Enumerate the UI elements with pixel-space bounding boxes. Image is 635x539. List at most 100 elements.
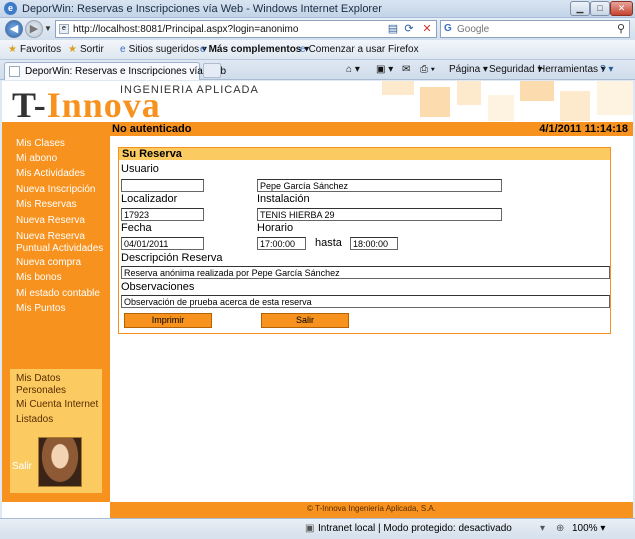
- new-tab-button[interactable]: [203, 63, 221, 78]
- sidebar-item-mi-abono[interactable]: Mi abono: [16, 153, 57, 165]
- localizador-label: Localizador: [121, 193, 178, 205]
- firefox-link[interactable]: e Comenzar a usar Firefox: [300, 44, 419, 55]
- zoom-level[interactable]: 100% ▾: [572, 523, 605, 534]
- ie-logo-icon: e: [4, 2, 17, 15]
- sidebar-item-nueva-reserva[interactable]: Nueva Reserva: [16, 215, 85, 227]
- sidebar-item-mis-reservas[interactable]: Mis Reservas: [16, 199, 77, 211]
- current-datetime: 4/1/2011 11:14:18: [539, 123, 628, 135]
- usuario-label: Usuario: [121, 163, 159, 175]
- address-toolbar: ◀ ▶ ▼ e http://localhost:8081/Principal.…: [0, 18, 635, 40]
- compatibility-view-icon[interactable]: ▤: [385, 20, 401, 38]
- hora-hasta-field[interactable]: [350, 237, 398, 250]
- sidebar-item-mis-puntos[interactable]: Mis Puntos: [16, 303, 65, 315]
- intranet-icon: ▣: [305, 523, 315, 534]
- sidebar-item-mis-bonos[interactable]: Mis bonos: [16, 272, 62, 284]
- descripcion-label: Descripción Reserva: [121, 252, 223, 264]
- menu-line: Personales: [16, 385, 67, 396]
- window-titlebar: e DeporWin: Reservas e Inscripciones vía…: [0, 0, 635, 18]
- google-icon: G: [444, 23, 452, 34]
- zoom-options-icon[interactable]: ⊕: [556, 523, 564, 534]
- personal-menu: Mis Datos Personales Mi Cuenta Internet …: [10, 369, 102, 493]
- ie-page-icon: e: [200, 44, 206, 55]
- copyright-text: © T-Innova Ingeniería Aplicada, S.A.: [307, 504, 436, 513]
- hasta-label: hasta: [315, 237, 342, 249]
- protected-mode-icon[interactable]: ▾: [540, 523, 545, 534]
- sidebar-item-mis-clases[interactable]: Mis Clases: [16, 138, 65, 150]
- fecha-field[interactable]: [121, 237, 204, 250]
- help-icon[interactable]: ? ▾: [600, 64, 613, 75]
- exit-button[interactable]: Salir: [261, 313, 349, 328]
- panel-header: Su Reserva: [119, 148, 610, 160]
- status-bar: ▣ Intranet local | Modo protegido: desac…: [0, 518, 635, 539]
- sort-favorites-button[interactable]: ★ Sortir: [68, 44, 104, 55]
- sidebar-item-mis-actividades[interactable]: Mis Actividades: [16, 168, 85, 180]
- security-zone[interactable]: Intranet local | Modo protegido: desacti…: [318, 523, 512, 534]
- menu-line: Puntual Actividades: [16, 243, 104, 254]
- favorites-button[interactable]: ★ Favoritos: [8, 44, 61, 55]
- footer: © T-Innova Ingeniería Aplicada, S.A.: [110, 502, 633, 518]
- sidebar-item-nueva-compra[interactable]: Nueva compra: [16, 257, 81, 269]
- sidebar-item-listados[interactable]: Listados: [16, 414, 53, 426]
- ie-page-icon: e: [120, 44, 126, 55]
- refresh-icon[interactable]: ⟳: [401, 20, 417, 38]
- more-addons-link[interactable]: e Más complementos ▾: [200, 44, 309, 55]
- logout-link[interactable]: Salir: [12, 461, 32, 473]
- forward-button[interactable]: ▶: [25, 20, 43, 38]
- favorites-bar: ★ Favoritos ★ Sortir e Sitios sugeridos ▾ e…: [0, 40, 635, 60]
- reservation-panel: Su Reserva Usuario Localizador Instalaci…: [118, 147, 611, 334]
- maximize-button[interactable]: □: [590, 1, 610, 16]
- sidebar-item-mi-cuenta-internet[interactable]: Mi Cuenta Internet: [16, 399, 98, 411]
- print-icon[interactable]: ⎙ ▾: [420, 64, 435, 75]
- banner-square: [382, 81, 414, 95]
- stop-icon[interactable]: ✕: [419, 20, 435, 38]
- tab-bar: DeporWin: Reservas e Inscripciones vía W…: [0, 60, 635, 80]
- print-button[interactable]: Imprimir: [124, 313, 212, 328]
- browser-tab[interactable]: DeporWin: Reservas e Inscripciones vía W…: [4, 62, 226, 80]
- fecha-label: Fecha: [121, 222, 152, 234]
- avatar: [38, 437, 82, 487]
- banner: INGENIERIA APLICADA T-Innova: [2, 81, 633, 121]
- banner-square: [560, 91, 590, 121]
- add-favorite-icon: ★: [68, 44, 77, 55]
- instalacion-field[interactable]: [257, 208, 502, 221]
- window-title: DeporWin: Reservas e Inscripciones vía W…: [22, 3, 382, 15]
- observaciones-field[interactable]: [121, 295, 610, 308]
- usuario-name-field[interactable]: [257, 179, 502, 192]
- close-window-button[interactable]: ✕: [610, 1, 633, 16]
- descripcion-field[interactable]: [121, 266, 610, 279]
- horario-label: Horario: [257, 222, 294, 234]
- panel-title: Su Reserva: [122, 148, 182, 160]
- tools-menu[interactable]: Herramientas ▾: [538, 64, 606, 75]
- minimize-button[interactable]: ▁: [570, 1, 590, 16]
- sidebar-item-mis-datos-personales[interactable]: Mis Datos Personales: [16, 373, 66, 397]
- feeds-icon[interactable]: ▣ ▾: [376, 64, 393, 75]
- banner-square: [520, 81, 554, 101]
- home-icon[interactable]: ⌂ ▾: [346, 64, 360, 75]
- tab-page-icon: [9, 66, 20, 77]
- search-input[interactable]: [457, 22, 607, 36]
- tab-label: DeporWin: Reservas e Inscripciones vía W…: [25, 66, 227, 77]
- menu-line: Nueva Reserva: [16, 231, 85, 242]
- suggested-sites-link[interactable]: e Sitios sugeridos ▾: [120, 44, 207, 55]
- sidebar-item-estado-contable[interactable]: Mi estado contable: [16, 288, 100, 300]
- mail-icon[interactable]: ✉: [402, 64, 410, 75]
- banner-square: [597, 81, 633, 115]
- usuario-field[interactable]: [121, 179, 204, 192]
- banner-square: [488, 95, 514, 121]
- localizador-field[interactable]: [121, 208, 204, 221]
- sidebar-item-nueva-inscripcion[interactable]: Nueva Inscripción: [16, 184, 95, 196]
- page-viewport: INGENIERIA APLICADA T-Innova No autentic…: [2, 81, 633, 518]
- history-dropdown-icon[interactable]: ▼: [44, 24, 52, 33]
- observaciones-label: Observaciones: [121, 281, 195, 293]
- instalacion-label: Instalación: [257, 193, 310, 205]
- security-menu[interactable]: Seguridad ▾: [489, 64, 542, 75]
- search-box[interactable]: G ⚲: [440, 20, 630, 38]
- ie-page-icon: e: [300, 44, 306, 55]
- hora-desde-field[interactable]: [257, 237, 306, 250]
- page-menu[interactable]: Página ▾: [449, 64, 488, 75]
- back-button[interactable]: ◀: [5, 20, 23, 38]
- url-text: http://localhost:8081/Principal.aspx?log…: [73, 24, 299, 35]
- sidebar-item-nueva-reserva-puntual[interactable]: Nueva Reserva Puntual Actividades: [16, 231, 103, 255]
- search-icon[interactable]: ⚲: [617, 22, 625, 35]
- url-input[interactable]: e http://localhost:8081/Principal.aspx?l…: [55, 20, 437, 38]
